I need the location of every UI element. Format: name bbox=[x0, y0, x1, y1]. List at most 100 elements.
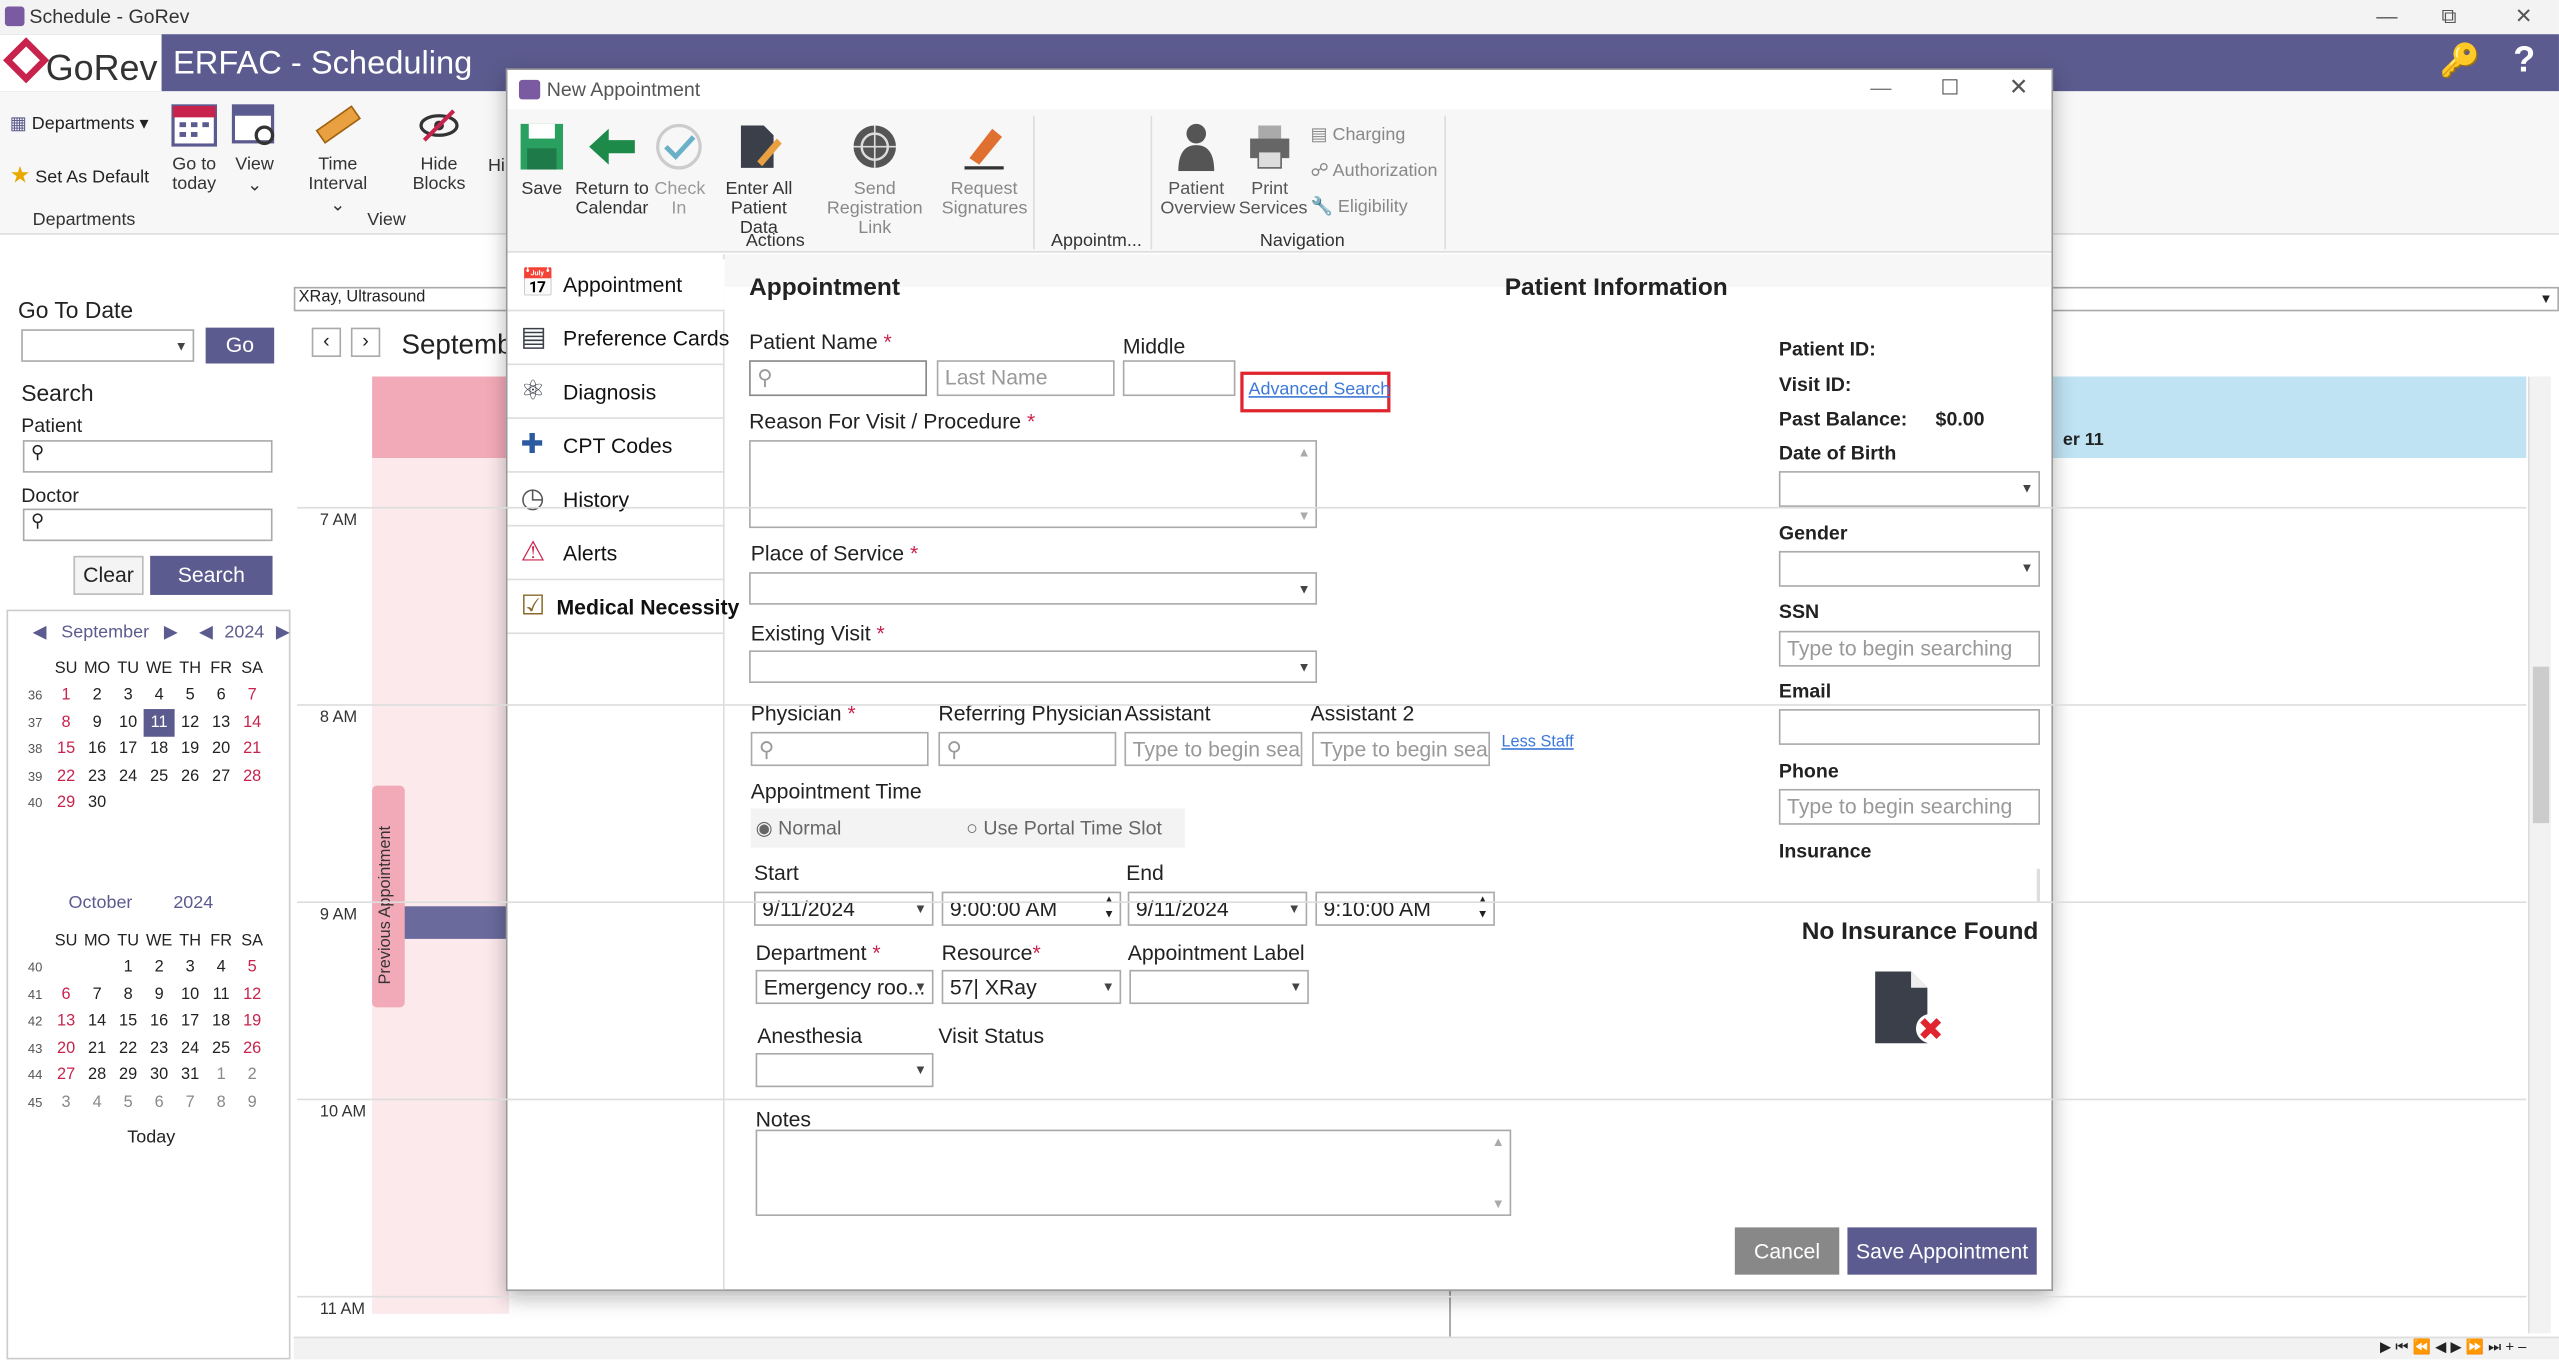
start-time-input[interactable]: 9:00:00 AM ▲▼ bbox=[941, 891, 1122, 926]
next-month-icon[interactable]: ▶ bbox=[164, 623, 178, 643]
calendar-day[interactable]: 27 bbox=[51, 1062, 82, 1089]
calendar-day[interactable]: 20 bbox=[206, 736, 237, 763]
calendar-day[interactable]: 3 bbox=[113, 682, 144, 709]
nav-item-appointment[interactable]: 📅 Appointment bbox=[507, 259, 725, 312]
next-year-icon[interactable]: ▶ bbox=[276, 623, 290, 643]
charging-button[interactable]: ▤ Charging bbox=[1310, 124, 1405, 146]
calendar-day[interactable]: 1 bbox=[51, 682, 82, 709]
calendar-day[interactable]: 6 bbox=[206, 682, 237, 709]
close-icon[interactable]: ✕ bbox=[2515, 3, 2533, 29]
cancel-button[interactable]: Cancel bbox=[1734, 1227, 1840, 1275]
middle-input[interactable] bbox=[1122, 360, 1236, 397]
calendar-day[interactable]: 23 bbox=[82, 763, 113, 790]
calendar-day[interactable]: 21 bbox=[237, 736, 268, 763]
calendar-day[interactable]: 18 bbox=[144, 736, 175, 763]
authorization-button[interactable]: ☍ Authorization bbox=[1310, 160, 1437, 181]
time-spinner-icon[interactable]: ▲▼ bbox=[1477, 893, 1488, 922]
calendar-day[interactable]: 11 bbox=[206, 981, 237, 1008]
calendar-day[interactable]: 2 bbox=[237, 1062, 268, 1089]
referring-input[interactable]: ⚲ bbox=[938, 731, 1117, 767]
department-select[interactable]: Emergency roo... ▼ bbox=[755, 969, 934, 1005]
patient-search-input[interactable]: ⚲ bbox=[22, 440, 273, 473]
calendar-day[interactable]: 14 bbox=[82, 1008, 113, 1035]
calendar-day[interactable]: 9 bbox=[144, 981, 175, 1008]
calendar-day[interactable]: 17 bbox=[113, 736, 144, 763]
calendar-day[interactable] bbox=[82, 954, 113, 981]
calendar-day[interactable]: 10 bbox=[175, 981, 206, 1008]
enter-all-patient-data-button[interactable]: Enter All Patient Data bbox=[710, 122, 808, 238]
save-button[interactable]: Save bbox=[517, 122, 566, 199]
cal2-year[interactable]: 2024 bbox=[173, 893, 213, 913]
calendar-day[interactable]: 1 bbox=[113, 954, 144, 981]
set-default-button[interactable]: ★ Set As Default bbox=[10, 161, 149, 189]
normal-radio[interactable]: ◉ Normal bbox=[756, 817, 842, 840]
patient-overview-button[interactable]: Patient Overview bbox=[1160, 122, 1235, 218]
schedule-prev-button[interactable]: ‹ bbox=[311, 327, 342, 357]
less-staff-link[interactable]: Less Staff bbox=[1501, 734, 1573, 752]
calendar-day[interactable]: 22 bbox=[113, 1035, 144, 1062]
calendar-day[interactable]: 28 bbox=[82, 1062, 113, 1089]
nav-item-medical-necessity[interactable]: ☑ Medical Necessity bbox=[507, 582, 739, 635]
last-name-input[interactable]: Last Name bbox=[936, 360, 1115, 397]
advanced-search-link[interactable]: Advanced Search bbox=[1248, 380, 1390, 400]
calendar-day[interactable]: 7 bbox=[82, 981, 113, 1008]
calendar-day[interactable]: 8 bbox=[206, 1089, 237, 1116]
calendar-day[interactable]: 18 bbox=[206, 1008, 237, 1035]
physician-input[interactable]: ⚲ bbox=[750, 731, 929, 767]
calendar-day[interactable]: 12 bbox=[175, 709, 206, 736]
go-button[interactable]: Go bbox=[205, 327, 275, 364]
calendar-day[interactable]: 15 bbox=[113, 1008, 144, 1035]
calendar-day[interactable]: 27 bbox=[206, 763, 237, 790]
time-spinner-icon[interactable]: ▲▼ bbox=[1103, 893, 1114, 922]
clear-button[interactable]: Clear bbox=[73, 555, 144, 595]
go-to-today-button[interactable]: Go to today bbox=[165, 101, 224, 194]
calendar-day[interactable] bbox=[237, 790, 268, 817]
appointment-block[interactable] bbox=[401, 906, 510, 939]
ssn-input[interactable]: Type to begin searching bbox=[1778, 630, 2040, 667]
time-interval-button[interactable]: Time Interval ⌄ bbox=[287, 101, 388, 215]
appointment-label-select[interactable]: ▼ bbox=[1129, 969, 1309, 1005]
calendar-day[interactable]: 6 bbox=[144, 1089, 175, 1116]
search-button[interactable]: Search bbox=[150, 555, 273, 595]
calendar-day[interactable]: 29 bbox=[113, 1062, 144, 1089]
calendar-day[interactable]: 3 bbox=[175, 954, 206, 981]
calendar-day[interactable]: 3 bbox=[51, 1089, 82, 1116]
calendar-day[interactable]: 8 bbox=[113, 981, 144, 1008]
check-in-button[interactable]: Check In bbox=[654, 122, 705, 218]
end-time-input[interactable]: 9:10:00 AM ▲▼ bbox=[1315, 891, 1495, 926]
calendar-day[interactable] bbox=[175, 790, 206, 817]
go-to-date-input[interactable]: ▼ bbox=[21, 329, 195, 362]
hide-blocks-button[interactable]: Hide Blocks bbox=[395, 104, 483, 194]
calendar-day[interactable]: 30 bbox=[144, 1062, 175, 1089]
anesthesia-select[interactable]: ▼ bbox=[755, 1052, 934, 1088]
calendar-day[interactable]: 14 bbox=[237, 709, 268, 736]
vertical-scrollbar[interactable] bbox=[2527, 376, 2551, 1334]
dialog-minimize-icon[interactable]: — bbox=[1870, 75, 1891, 99]
calendar-day[interactable]: 5 bbox=[175, 682, 206, 709]
calendar-day[interactable] bbox=[51, 954, 82, 981]
return-to-calendar-button[interactable]: Return to Calendar bbox=[573, 122, 651, 218]
horizontal-scrollbar[interactable]: ▶ ⏮ ⏪ ◀ ▶ ⏩ ⏭ + – bbox=[293, 1336, 2559, 1360]
calendar-day[interactable]: 7 bbox=[237, 682, 268, 709]
calendar-day[interactable]: 26 bbox=[175, 763, 206, 790]
print-services-button[interactable]: Print Services bbox=[1239, 122, 1308, 218]
calendar-day[interactable]: 2 bbox=[82, 682, 113, 709]
gender-select[interactable]: ▼ bbox=[1778, 550, 2040, 587]
previous-appointment-tab[interactable]: Previous Appointment bbox=[372, 785, 405, 1008]
assistant2-input[interactable]: Type to begin searc bbox=[1312, 731, 1491, 767]
calendar-day[interactable]: 16 bbox=[82, 736, 113, 763]
dob-input[interactable]: ▼ bbox=[1778, 471, 2040, 507]
calendar-day[interactable]: 28 bbox=[237, 763, 268, 790]
notes-textarea[interactable]: ▲ ▼ bbox=[755, 1129, 1512, 1216]
end-date-input[interactable]: 9/11/2024 ▼ bbox=[1127, 891, 1308, 926]
calendar-day[interactable]: 30 bbox=[82, 790, 113, 817]
scroll-up-icon[interactable]: ▲ bbox=[1492, 1134, 1505, 1149]
help-icon[interactable]: ? bbox=[2513, 39, 2535, 81]
calendar-day[interactable]: 24 bbox=[175, 1035, 206, 1062]
calendar-day[interactable]: 12 bbox=[237, 981, 268, 1008]
calendar-day[interactable]: 11 bbox=[143, 709, 175, 736]
calendar-day[interactable]: 2 bbox=[144, 954, 175, 981]
portal-radio[interactable]: ○ Use Portal Time Slot bbox=[966, 817, 1162, 840]
calendar-day[interactable]: 17 bbox=[175, 1008, 206, 1035]
calendar-day[interactable]: 4 bbox=[206, 954, 237, 981]
